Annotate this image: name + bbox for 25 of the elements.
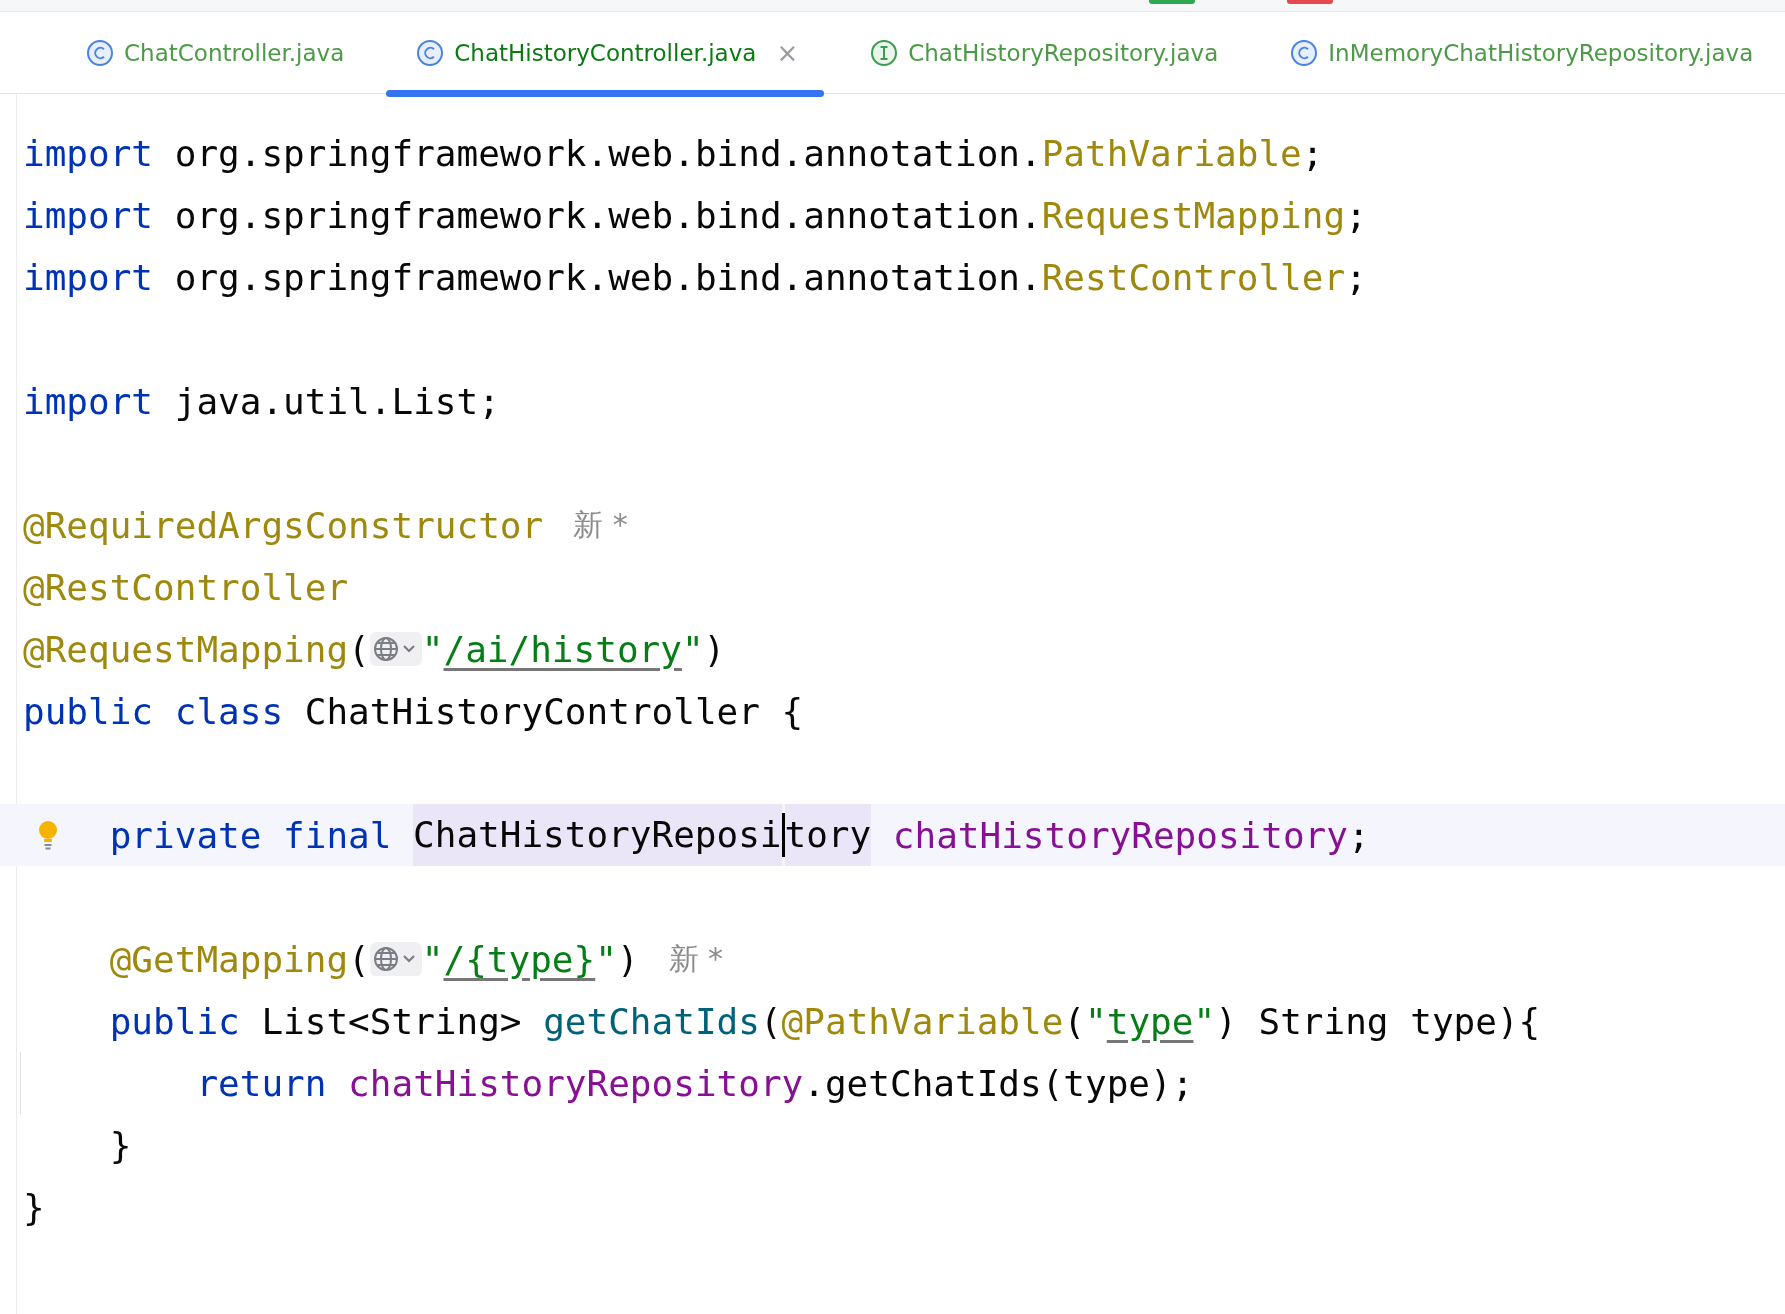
editor-tab[interactable]: ChatHistoryRepository.java bbox=[864, 12, 1225, 93]
editor-tab[interactable]: InMemoryChatHistoryRepository.java bbox=[1284, 12, 1760, 93]
code-text: import org.springframework.web.bind.annotation.RestController; bbox=[23, 256, 1367, 298]
code-text: import org.springframework.web.bind.annotation.RequestMapping; bbox=[23, 194, 1367, 236]
code-text: ChatHistoryReposi bbox=[413, 804, 782, 866]
code-text: import org.springframework.web.bind.annotation.PathVariable; bbox=[23, 132, 1324, 174]
code-text: tory bbox=[784, 804, 872, 866]
code-text: private final bbox=[109, 814, 392, 856]
code-text: @RequestMapping( bbox=[23, 628, 370, 670]
code-text: return chatHistoryRepository.getChatIds(type); bbox=[196, 1062, 1194, 1104]
code-text: @RequiredArgsConstructor bbox=[23, 504, 544, 546]
code-text: @RestController bbox=[23, 566, 349, 608]
author-hint[interactable]: 新 * bbox=[668, 938, 724, 980]
author-hint[interactable]: 新 * bbox=[573, 504, 628, 546]
code-text: @GetMapping( bbox=[109, 938, 370, 980]
code-text: public List<String> getChatIds(@PathVariable("type") String type){ bbox=[109, 1000, 1541, 1042]
editor-tab[interactable]: ChatController.java bbox=[80, 12, 351, 93]
code-text: public class ChatHistoryController { bbox=[23, 690, 804, 732]
code-text: } bbox=[23, 1186, 45, 1228]
code-text: import java.util.List; bbox=[23, 380, 500, 422]
code-text: "/{type}") bbox=[421, 938, 639, 980]
code-text: "/ai/history") bbox=[421, 628, 726, 670]
code-text: chatHistoryRepository; bbox=[892, 814, 1370, 856]
close-button[interactable]: × bbox=[776, 37, 799, 68]
code-text: } bbox=[109, 1124, 132, 1166]
